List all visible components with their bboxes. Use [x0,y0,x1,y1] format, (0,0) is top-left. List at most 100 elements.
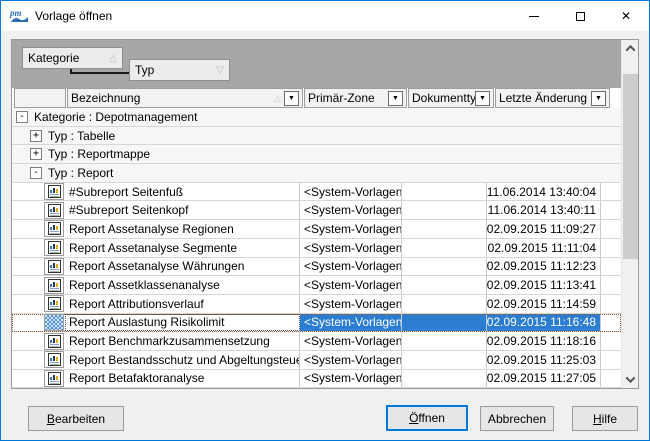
table-row[interactable]: Report Bestandsschutz und Abgeltungsteue… [12,351,621,370]
row-gutter [12,295,44,313]
cell-date: 02.09.2015 11:27:05 [487,370,601,388]
table-row[interactable]: Report Attributionsverlauf <System-Vorla… [12,295,621,314]
table-row[interactable]: Report Auslastung Risikolimit <System-Vo… [12,314,621,333]
pm-app-icon: pm [9,7,29,25]
column-header-icon[interactable] [14,88,66,108]
chevron-up-icon [626,45,636,55]
cell-name: Report Bestandsschutz und Abgeltungsteue… [65,351,300,369]
cell-date: 02.09.2015 11:09:27 [487,220,601,238]
table-row[interactable]: #Subreport Seitenfuß <System-Vorlagen> 1… [12,183,621,202]
cell-doctype [402,351,487,369]
abbrechen-button[interactable]: Abbrechen [480,406,554,431]
report-icon [44,314,64,331]
row-gutter [12,220,44,238]
row-gutter [12,183,44,201]
column-header-letzte-aenderung[interactable]: Letzte Änderung ▼ [495,88,610,108]
group-label: Typ : Reportmappe [48,147,150,161]
cell-name: #Subreport Seitenkopf [65,201,300,219]
group-row[interactable]: - Typ : Report [12,164,621,183]
groupby-connector-line [70,69,129,74]
expander-icon[interactable]: + [30,148,42,160]
cell-name: Report Attributionsverlauf [65,295,300,313]
filter-dropdown-letzte-aenderung[interactable]: ▼ [591,91,606,106]
minimize-button[interactable] [511,1,557,31]
cell-doctype [402,276,487,294]
groupby-kategorie-label: Kategorie [28,51,79,65]
column-label: Dokumenttyp [412,91,475,105]
group-row[interactable]: - Kategorie : Depotmanagement [12,108,621,127]
cell-doctype [402,295,487,313]
cell-name: #Subreport Seitenfuß [65,183,300,201]
scroll-down-button[interactable] [622,371,639,388]
column-header-primaer-zone[interactable]: Primär-Zone ▼ [304,88,407,108]
cell-doctype [402,220,487,238]
group-label: Typ : Report [48,166,113,180]
cell-zone: <System-Vorlagen> [300,370,402,388]
column-label: Letzte Änderung [499,91,591,105]
table-row[interactable]: Report Assetanalyse Regionen <System-Vor… [12,220,621,239]
groupby-kategorie[interactable]: Kategorie △ [22,47,123,69]
maximize-button[interactable] [557,1,603,31]
cell-zone: <System-Vorlagen> [300,276,402,294]
groupby-typ[interactable]: Typ ▽ [129,59,230,81]
vertical-scrollbar[interactable] [621,40,638,388]
row-gutter [12,276,44,294]
close-icon: ✕ [621,10,631,22]
maximize-icon [576,12,585,21]
cell-date: 02.09.2015 11:14:59 [487,295,601,313]
cell-date: 11.06.2014 13:40:04 [487,183,601,201]
row-gutter [12,201,44,219]
cell-zone: <System-Vorlagen> [300,183,402,201]
column-label: Bezeichnung [71,91,274,105]
close-button[interactable]: ✕ [603,1,649,31]
cell-zone: <System-Vorlagen> [300,258,402,276]
group-row[interactable]: + Typ : Tabelle [12,127,621,146]
group-row[interactable]: + Typ : Reportmappe [12,145,621,164]
table-row[interactable]: Report Benchmarkzusammensetzung <System-… [12,332,621,351]
report-icon [44,183,64,200]
cell-date: 02.09.2015 11:12:23 [487,258,601,276]
cell-name: Report Assetanalyse Segmente [65,239,300,257]
row-gutter [12,351,44,369]
row-gutter [12,314,44,332]
filter-dropdown-primaer-zone[interactable]: ▼ [388,91,403,106]
bearbeiten-button[interactable]: Bearbeiten [28,406,124,431]
groupby-typ-label: Typ [135,63,154,77]
cell-zone: <System-Vorlagen> [300,314,402,332]
table-row[interactable]: #Subreport Seitenkopf <System-Vorlagen> … [12,201,621,220]
cell-doctype [402,370,487,388]
group-label: Typ : Tabelle [48,129,115,143]
filter-dropdown-dokumenttyp[interactable]: ▼ [475,91,490,106]
cell-date: 11.06.2014 13:40:11 [487,201,601,219]
column-header-bezeichnung[interactable]: Bezeichnung △ ▼ [67,88,303,108]
cell-date: 02.09.2015 11:13:41 [487,276,601,294]
report-icon [44,258,64,275]
scroll-up-button[interactable] [622,40,639,57]
table-row[interactable]: Report Assetanalyse Währungen <System-Vo… [12,258,621,277]
expander-icon[interactable]: - [30,167,42,179]
expander-icon[interactable]: - [16,111,28,123]
cell-date: 02.09.2015 11:25:03 [487,351,601,369]
report-icon [44,295,64,312]
scrollbar-thumb[interactable] [623,74,638,259]
sort-ascending-icon: △ [274,93,281,104]
group-label: Kategorie : Depotmanagement [34,110,197,124]
hilfe-button[interactable]: Hilfe [572,406,638,431]
rows-container: - Kategorie : Depotmanagement + Typ : Ta… [12,108,621,388]
oeffnen-button[interactable]: Öffnen [386,405,468,431]
expander-icon[interactable]: + [30,130,42,142]
table-row[interactable]: Report Assetanalyse Segmente <System-Vor… [12,239,621,258]
row-gutter [12,239,44,257]
row-gutter [12,258,44,276]
report-icon [44,220,64,237]
cell-name: Report Assetklassenanalyse [65,276,300,294]
minimize-icon [529,16,539,17]
table-row[interactable]: Report Assetklassenanalyse <System-Vorla… [12,276,621,295]
filter-dropdown-bezeichnung[interactable]: ▼ [284,91,299,106]
column-header-dokumenttyp[interactable]: Dokumenttyp ▼ [408,88,494,108]
cell-doctype [402,314,487,332]
cell-name: Report Betafaktoranalyse [65,370,300,388]
table-row[interactable]: Report Betafaktoranalyse <System-Vorlage… [12,370,621,388]
column-label: Primär-Zone [308,91,388,105]
cell-doctype [402,332,487,350]
